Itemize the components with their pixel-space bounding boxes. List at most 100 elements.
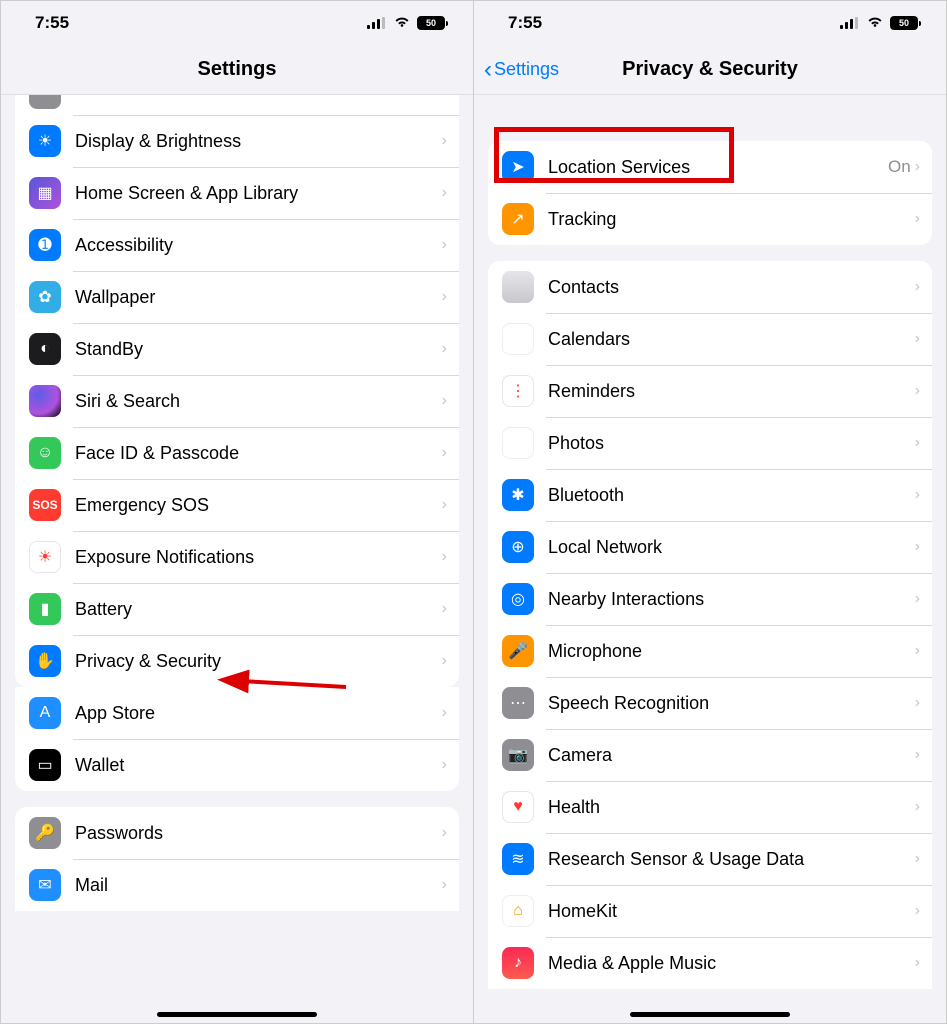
- contacts-icon: [502, 271, 534, 303]
- control-centre-icon: [29, 95, 61, 109]
- row-label: Reminders: [548, 381, 915, 402]
- reminders-icon: ⋮: [502, 375, 534, 407]
- wifi-icon: [866, 13, 884, 33]
- nav-header: Settings: [1, 45, 473, 95]
- row-label: StandBy: [75, 339, 442, 360]
- settings-group: 🔑Passwords›✉Mail›: [15, 807, 459, 911]
- row-calendars[interactable]: Calendars›: [488, 313, 932, 365]
- battery-icon: ▮: [29, 593, 61, 625]
- wallpaper-icon: ✿: [29, 281, 61, 313]
- row-speech-recognition[interactable]: ⋯Speech Recognition›: [488, 677, 932, 729]
- nav-header: ‹ Settings Privacy & Security: [474, 45, 946, 95]
- row-label: Mail: [75, 875, 442, 896]
- network-icon: ⊕: [502, 531, 534, 563]
- bluetooth-icon: ✱: [502, 479, 534, 511]
- chevron-right-icon: ›: [915, 210, 920, 228]
- music-icon: ♪: [502, 947, 534, 979]
- siri-icon: [29, 385, 61, 417]
- row-label: HomeKit: [548, 901, 915, 922]
- row-wallpaper[interactable]: ✿Wallpaper›: [15, 271, 459, 323]
- row-label: Contacts: [548, 277, 915, 298]
- row-exposure-notifications[interactable]: ☀Exposure Notifications›: [15, 531, 459, 583]
- speech-icon: ⋯: [502, 687, 534, 719]
- cellular-signal-icon: [367, 17, 387, 29]
- row-face-id-passcode[interactable]: ☺Face ID & Passcode›: [15, 427, 459, 479]
- row-app-store[interactable]: AApp Store›: [15, 687, 459, 739]
- row-label: Wallet: [75, 755, 442, 776]
- row-label: Location Services: [548, 157, 888, 178]
- row-health[interactable]: ♥Health›: [488, 781, 932, 833]
- row-homekit[interactable]: ⌂ HomeKit›: [488, 885, 932, 937]
- chevron-right-icon: ›: [442, 496, 447, 514]
- row-nearby-interactions[interactable]: ◎Nearby Interactions›: [488, 573, 932, 625]
- row-standby[interactable]: ◐StandBy›: [15, 323, 459, 375]
- nav-back-label: Settings: [494, 59, 559, 80]
- row-privacy-security[interactable]: ✋ Privacy & Security›: [15, 635, 459, 687]
- row-accessibility[interactable]: ➊Accessibility›: [15, 219, 459, 271]
- homekit-icon: ⌂: [502, 895, 534, 927]
- row-local-network[interactable]: ⊕Local Network›: [488, 521, 932, 573]
- row-media-apple-music[interactable]: ♪ Media & Apple Music›: [488, 937, 932, 989]
- row-microphone[interactable]: 🎤Microphone›: [488, 625, 932, 677]
- row-bluetooth[interactable]: ✱Bluetooth›: [488, 469, 932, 521]
- row-label: Privacy & Security: [75, 651, 442, 672]
- chevron-right-icon: ›: [442, 824, 447, 842]
- row-label: Passwords: [75, 823, 442, 844]
- chevron-right-icon: ›: [915, 278, 920, 296]
- display-icon: ☀: [29, 125, 61, 157]
- row-research-sensor-usage-data[interactable]: ≋Research Sensor & Usage Data›: [488, 833, 932, 885]
- row-label: Accessibility: [75, 235, 442, 256]
- row-camera[interactable]: 📷Camera›: [488, 729, 932, 781]
- privacy-icon: ✋: [29, 645, 61, 677]
- chevron-right-icon: ›: [915, 694, 920, 712]
- row-home-screen-app-library[interactable]: ▦Home Screen & App Library›: [15, 167, 459, 219]
- privacy-list[interactable]: ➤Location ServicesOn›↗Tracking›Contacts›…: [474, 95, 946, 1023]
- row-siri-search[interactable]: Siri & Search›: [15, 375, 459, 427]
- chevron-right-icon: ›: [915, 642, 920, 660]
- home-screen-icon: ▦: [29, 177, 61, 209]
- row-display-brightness[interactable]: ☀Display & Brightness›: [15, 115, 459, 167]
- row-label: Research Sensor & Usage Data: [548, 849, 915, 870]
- wallet-icon: ▭: [29, 749, 61, 781]
- row-label: Face ID & Passcode: [75, 443, 442, 464]
- row-tracking[interactable]: ↗Tracking›: [488, 193, 932, 245]
- row-battery[interactable]: ▮Battery›: [15, 583, 459, 635]
- row-emergency-sos[interactable]: SOSEmergency SOS›: [15, 479, 459, 531]
- chevron-right-icon: ›: [915, 486, 920, 504]
- phone-right-privacy: 7:55 50 ‹ Settings Privacy & Security ➤L…: [473, 1, 946, 1023]
- row-label: Health: [548, 797, 915, 818]
- chevron-right-icon: ›: [442, 652, 447, 670]
- passwords-icon: 🔑: [29, 817, 61, 849]
- nearby-icon: ◎: [502, 583, 534, 615]
- row-wallet[interactable]: ▭Wallet›: [15, 739, 459, 791]
- row-contacts[interactable]: Contacts›: [488, 261, 932, 313]
- chevron-right-icon: ›: [442, 876, 447, 894]
- row-label: Media & Apple Music: [548, 953, 915, 974]
- chevron-right-icon: ›: [915, 798, 920, 816]
- wifi-icon: [393, 13, 411, 33]
- page-title: Privacy & Security: [622, 58, 798, 81]
- row-passwords[interactable]: 🔑 Passwords›: [15, 807, 459, 859]
- chevron-right-icon: ›: [915, 954, 920, 972]
- settings-group: AApp Store›▭Wallet›: [15, 687, 459, 791]
- exposure-icon: ☀: [29, 541, 61, 573]
- row-photos[interactable]: ✿Photos›: [488, 417, 932, 469]
- chevron-right-icon: ›: [915, 434, 920, 452]
- row-reminders[interactable]: ⋮Reminders›: [488, 365, 932, 417]
- row-mail[interactable]: ✉Mail›: [15, 859, 459, 911]
- chevron-right-icon: ›: [442, 392, 447, 410]
- row-partial-hidden[interactable]: [15, 95, 459, 115]
- chevron-left-icon: ‹: [484, 58, 492, 82]
- chevron-right-icon: ›: [442, 340, 447, 358]
- status-time: 7:55: [35, 13, 69, 33]
- chevron-right-icon: ›: [915, 902, 920, 920]
- photos-icon: ✿: [502, 427, 534, 459]
- row-location-services[interactable]: ➤Location ServicesOn›: [488, 141, 932, 193]
- nav-back-button[interactable]: ‹ Settings: [484, 45, 559, 94]
- settings-list[interactable]: ☀Display & Brightness›▦Home Screen & App…: [1, 95, 473, 1023]
- status-bar: 7:55 50: [474, 1, 946, 45]
- cellular-signal-icon: [840, 17, 860, 29]
- chevron-right-icon: ›: [442, 444, 447, 462]
- row-label: Wallpaper: [75, 287, 442, 308]
- row-label: Battery: [75, 599, 442, 620]
